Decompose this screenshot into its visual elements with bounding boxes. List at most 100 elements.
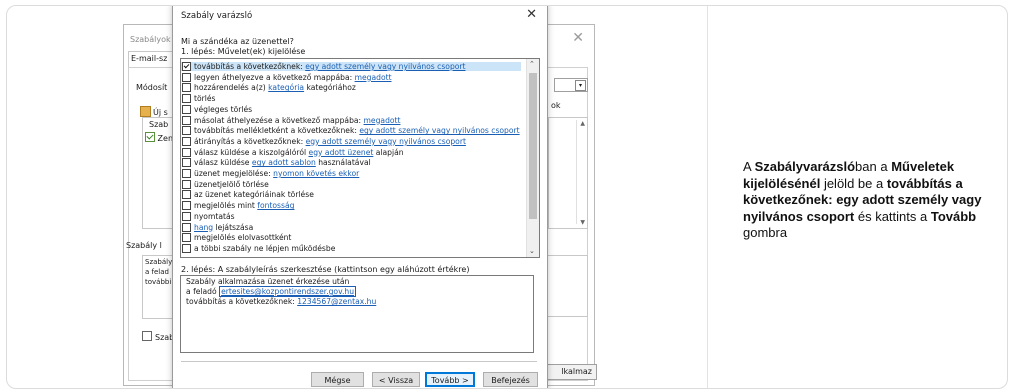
bottom-checkbox[interactable]: Szab (142, 331, 174, 342)
forward-address-link[interactable]: 1234567@zentax.hu (297, 297, 376, 306)
checkbox-icon[interactable] (182, 136, 191, 146)
checkbox-icon[interactable] (182, 104, 191, 114)
action-text: a többi szabály ne lépjen működésbe (194, 243, 336, 253)
action-label: legyen áthelyezve a következő mappába: m… (194, 73, 392, 82)
action-label: végleges törlés (194, 105, 252, 114)
action-label: továbbítás mellékletként a következőknek… (194, 126, 520, 135)
caption-bold: Tovább (930, 208, 977, 224)
checkbox-icon[interactable] (182, 126, 191, 136)
back-button[interactable]: < Vissza (372, 372, 420, 387)
wizard-question: Mi a szándéka az üzenettel? (181, 37, 294, 46)
action-value-link[interactable]: megadott (355, 73, 392, 82)
scroll-up-icon[interactable]: ▲ (580, 120, 585, 127)
scroll-down-icon[interactable]: ⌄ (529, 247, 535, 255)
action-value-link[interactable]: egy adott sablon (252, 158, 316, 167)
action-value-link[interactable]: nyomon követés ekkor (273, 169, 359, 178)
action-value-link[interactable]: megadott (364, 116, 401, 125)
action-item[interactable]: megjelölés elolvasottként (181, 233, 521, 243)
action-item[interactable]: másolat áthelyezése a következő mappába:… (181, 115, 521, 125)
action-item[interactable]: válasz küldése a kiszolgálóról egy adott… (181, 147, 521, 157)
caption-text: gombra (743, 225, 788, 240)
rules-list-row[interactable]: Zen (145, 132, 173, 143)
action-value-link[interactable]: egy adott üzenet (309, 148, 374, 157)
caption-text: és kattints a (854, 208, 931, 224)
rule-description-label: Szabály l (126, 241, 162, 250)
checkbox-icon[interactable] (182, 115, 191, 125)
action-text: válasz küldése (194, 158, 252, 168)
checkbox-icon[interactable] (182, 179, 191, 189)
action-item[interactable]: válasz küldése egy adott sablon használa… (181, 158, 521, 168)
action-item[interactable]: az üzenet kategóriáinak törlése (181, 190, 521, 200)
action-text: törlés (194, 94, 216, 104)
action-item[interactable]: hang lejátszása (181, 222, 521, 232)
caption-text: ban a (855, 159, 892, 174)
action-item[interactable]: nyomtatás (181, 211, 521, 221)
action-item[interactable]: hozzárendelés a(z) kategória kategóriáho… (181, 83, 521, 93)
right-desc-box (544, 255, 588, 317)
action-value-link[interactable]: egy adott személy vagy nyilvános csoport (359, 126, 519, 135)
checkbox-icon[interactable] (182, 222, 191, 232)
checkbox-checked-icon[interactable] (145, 132, 155, 142)
checkbox-icon[interactable] (182, 94, 191, 104)
action-text: lejátszása (213, 222, 254, 232)
scroll-up-icon[interactable]: ⌃ (529, 60, 535, 68)
action-item[interactable]: legyen áthelyezve a következő mappába: m… (181, 72, 521, 82)
actions-list[interactable]: a többi szabály ne lépjen működésbe megje… (180, 58, 540, 258)
wizard-title: Szabály varázsló (181, 11, 253, 21)
checkbox-icon[interactable] (182, 72, 191, 82)
step1-label: 1. lépés: Művelet(ek) kijelölése (181, 47, 306, 56)
action-value-link[interactable]: fontosság (257, 201, 294, 210)
checkbox-icon[interactable] (182, 83, 191, 93)
action-label: hozzárendelés a(z) kategória kategóriáho… (194, 83, 356, 92)
action-label: a többi szabály ne lépjen működésbe (194, 244, 335, 253)
action-text: végleges törlés (194, 104, 253, 114)
screenshot-area: Szabályok ✕ E-mail-sz Módosít Új s Szab … (7, 6, 707, 388)
action-label: megjelölés mint fontosság (194, 201, 294, 210)
apply-button[interactable]: lkalmaz (545, 364, 597, 380)
checkbox-icon[interactable] (182, 243, 191, 253)
folder-select[interactable]: ▾ (554, 78, 588, 92)
close-icon[interactable]: ✕ (572, 30, 584, 46)
action-label: válasz küldése egy adott sablon használa… (194, 158, 371, 167)
action-text: nyomtatás (194, 211, 235, 221)
checkbox-icon[interactable] (182, 211, 191, 221)
action-item[interactable]: üzenetjelölő törlése (181, 179, 521, 189)
actions-scrollbar[interactable]: ⌃ ⌄ (526, 59, 539, 257)
new-rule-icon (140, 106, 151, 117)
rules-list-header: Szab (149, 120, 169, 129)
close-icon[interactable]: ✕ (526, 7, 537, 22)
sender-address-link[interactable]: ertesites@kozpontirendszer.gov.hu (219, 286, 357, 297)
scroll-down-icon[interactable]: ▼ (580, 219, 585, 226)
scrollbar[interactable] (576, 120, 586, 224)
checkbox-icon[interactable] (182, 201, 191, 211)
action-item[interactable]: a többi szabály ne lépjen működésbe (181, 243, 521, 253)
finish-button[interactable]: Befejezés (483, 372, 538, 387)
cancel-button[interactable]: Mégse (311, 372, 364, 387)
action-value-link[interactable]: kategória (268, 83, 304, 92)
action-item[interactable]: továbbítás a következőknek: egy adott sz… (181, 62, 521, 71)
action-item[interactable]: üzenet megjelölése: nyomon követés ekkor (181, 169, 521, 178)
action-value-link[interactable]: hang (194, 223, 213, 232)
action-text: legyen áthelyezve a következő mappába: (194, 72, 355, 82)
action-value-link[interactable]: egy adott személy vagy nyilvános csoport (306, 137, 466, 146)
action-label: hang lejátszása (194, 223, 253, 232)
action-value-link[interactable]: egy adott személy vagy nyilvános csoport (305, 62, 465, 71)
action-label: az üzenet kategóriáinak törlése (194, 190, 314, 199)
action-item[interactable]: továbbítás mellékletként a következőknek… (181, 126, 521, 136)
checkbox-icon[interactable] (142, 331, 152, 341)
checkbox-icon[interactable] (182, 147, 191, 157)
action-item[interactable]: törlés (181, 94, 521, 104)
checkbox-icon[interactable] (182, 190, 191, 200)
checkbox-icon[interactable] (182, 158, 191, 168)
new-rule-button[interactable]: Új s (140, 106, 168, 117)
chevron-down-icon[interactable]: ▾ (575, 80, 586, 91)
scrollbar-thumb[interactable] (529, 73, 537, 219)
action-item[interactable]: megjelölés mint fontosság (181, 201, 521, 211)
checkbox-checked-icon[interactable] (182, 62, 191, 71)
next-button[interactable]: Tovább > (425, 372, 475, 387)
checkbox-icon[interactable] (182, 169, 191, 178)
checkbox-icon[interactable] (182, 233, 191, 243)
tutorial-card: Szabályok ✕ E-mail-sz Módosít Új s Szab … (6, 5, 1008, 389)
action-item[interactable]: átirányítás a következőknek: egy adott s… (181, 136, 521, 146)
action-item[interactable]: végleges törlés (181, 104, 521, 114)
